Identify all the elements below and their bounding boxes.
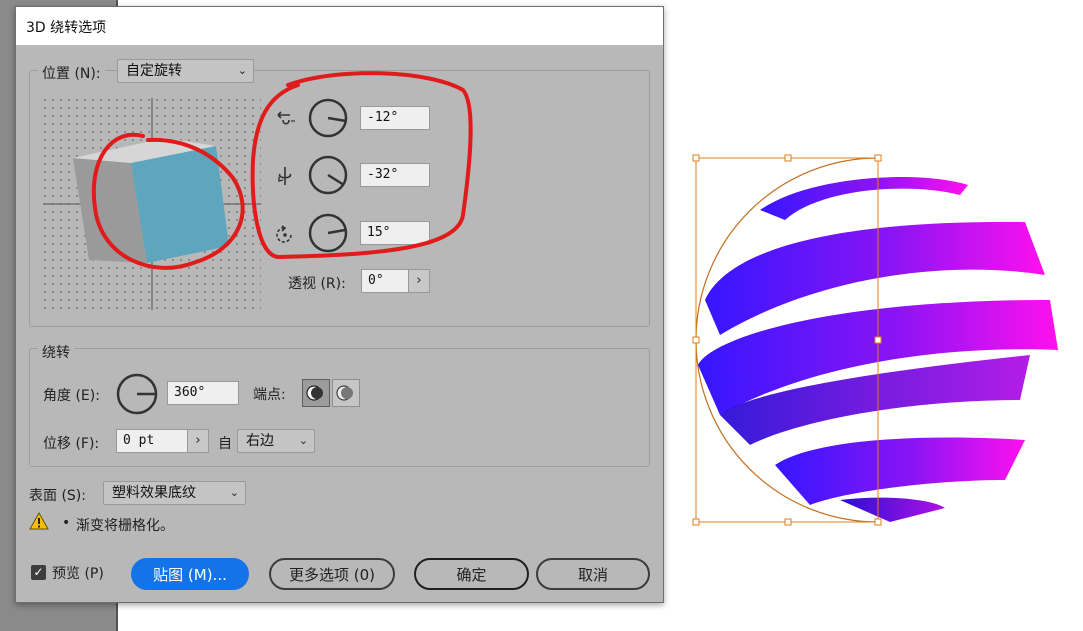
offset-label: 位移 (F): bbox=[43, 436, 100, 452]
warning-triangle-icon bbox=[29, 512, 49, 530]
rotation-cube-trackball[interactable] bbox=[43, 98, 261, 310]
ok-button[interactable]: 确定 bbox=[414, 558, 529, 590]
from-edge-select[interactable]: 右边 ⌄ bbox=[237, 429, 315, 453]
cap-label: 端点: bbox=[253, 387, 286, 403]
ribbon-band-6 bbox=[840, 497, 945, 522]
angle-label: 角度 (E): bbox=[43, 388, 100, 404]
angle-input[interactable]: 360° bbox=[167, 381, 239, 405]
handle-bottom-left[interactable] bbox=[692, 518, 700, 526]
handle-top-middle[interactable] bbox=[784, 154, 792, 162]
offset-input[interactable]: 0 pt bbox=[116, 429, 188, 453]
preview-label[interactable]: 预览 (P) bbox=[52, 563, 104, 583]
ribbon-band-5 bbox=[775, 437, 1025, 505]
handle-center[interactable] bbox=[874, 336, 882, 344]
cap-on-button[interactable] bbox=[302, 379, 330, 407]
perspective-input[interactable]: 0° bbox=[361, 269, 409, 293]
handle-bottom-middle[interactable] bbox=[784, 518, 792, 526]
map-art-button[interactable]: 贴图 (M)... bbox=[131, 558, 249, 590]
ribbon-band-1 bbox=[760, 177, 968, 220]
preview-checkbox[interactable]: ✓ bbox=[31, 565, 46, 580]
cap-off-button[interactable] bbox=[332, 379, 360, 407]
from-edge-value: 右边 bbox=[246, 433, 274, 449]
position-preset-value: 自定旋转 bbox=[126, 63, 182, 79]
chevron-down-icon: ⌄ bbox=[298, 434, 308, 447]
from-label: 自 bbox=[218, 436, 232, 452]
position-label: 位置 (N): bbox=[38, 63, 105, 83]
handle-middle-left[interactable] bbox=[692, 336, 700, 344]
dialog-title: 3D 绕转选项 bbox=[26, 20, 107, 36]
cap-on-icon bbox=[306, 385, 323, 401]
handle-bottom-right[interactable] bbox=[874, 518, 882, 526]
warning-bullet: • bbox=[62, 515, 71, 531]
surface-select[interactable]: 塑料效果底纹 ⌄ bbox=[103, 481, 246, 505]
perspective-stepper[interactable]: › bbox=[408, 269, 430, 293]
dialog-titlebar[interactable]: 3D 绕转选项 bbox=[16, 7, 663, 45]
cap-off-icon bbox=[336, 385, 353, 401]
revolve-options-dialog: 3D 绕转选项 位置 (N): 自定旋转 ⌄ -12° -32° 15° 透视 … bbox=[15, 6, 664, 603]
handle-top-right[interactable] bbox=[874, 154, 882, 162]
handle-top-left[interactable] bbox=[692, 154, 700, 162]
revolve-group-label: 绕转 bbox=[38, 342, 74, 362]
artwork-ribbon-sphere[interactable] bbox=[690, 150, 1070, 530]
offset-stepper[interactable]: › bbox=[187, 429, 209, 453]
perspective-label: 透视 (R): bbox=[288, 276, 346, 292]
angle-dial[interactable] bbox=[116, 373, 158, 415]
surface-value: 塑料效果底纹 bbox=[112, 485, 196, 501]
cancel-button[interactable]: 取消 bbox=[536, 558, 650, 590]
chevron-down-icon: ⌄ bbox=[229, 486, 239, 499]
red-annotation-rotation bbox=[250, 71, 473, 260]
cube-front-face bbox=[131, 146, 229, 263]
more-options-button[interactable]: 更多选项 (0) bbox=[269, 558, 395, 590]
chevron-down-icon: ⌄ bbox=[237, 64, 247, 77]
warning-text: 渐变将栅格化。 bbox=[76, 518, 174, 534]
position-preset-select[interactable]: 自定旋转 ⌄ bbox=[117, 59, 254, 83]
surface-label: 表面 (S): bbox=[29, 488, 86, 504]
